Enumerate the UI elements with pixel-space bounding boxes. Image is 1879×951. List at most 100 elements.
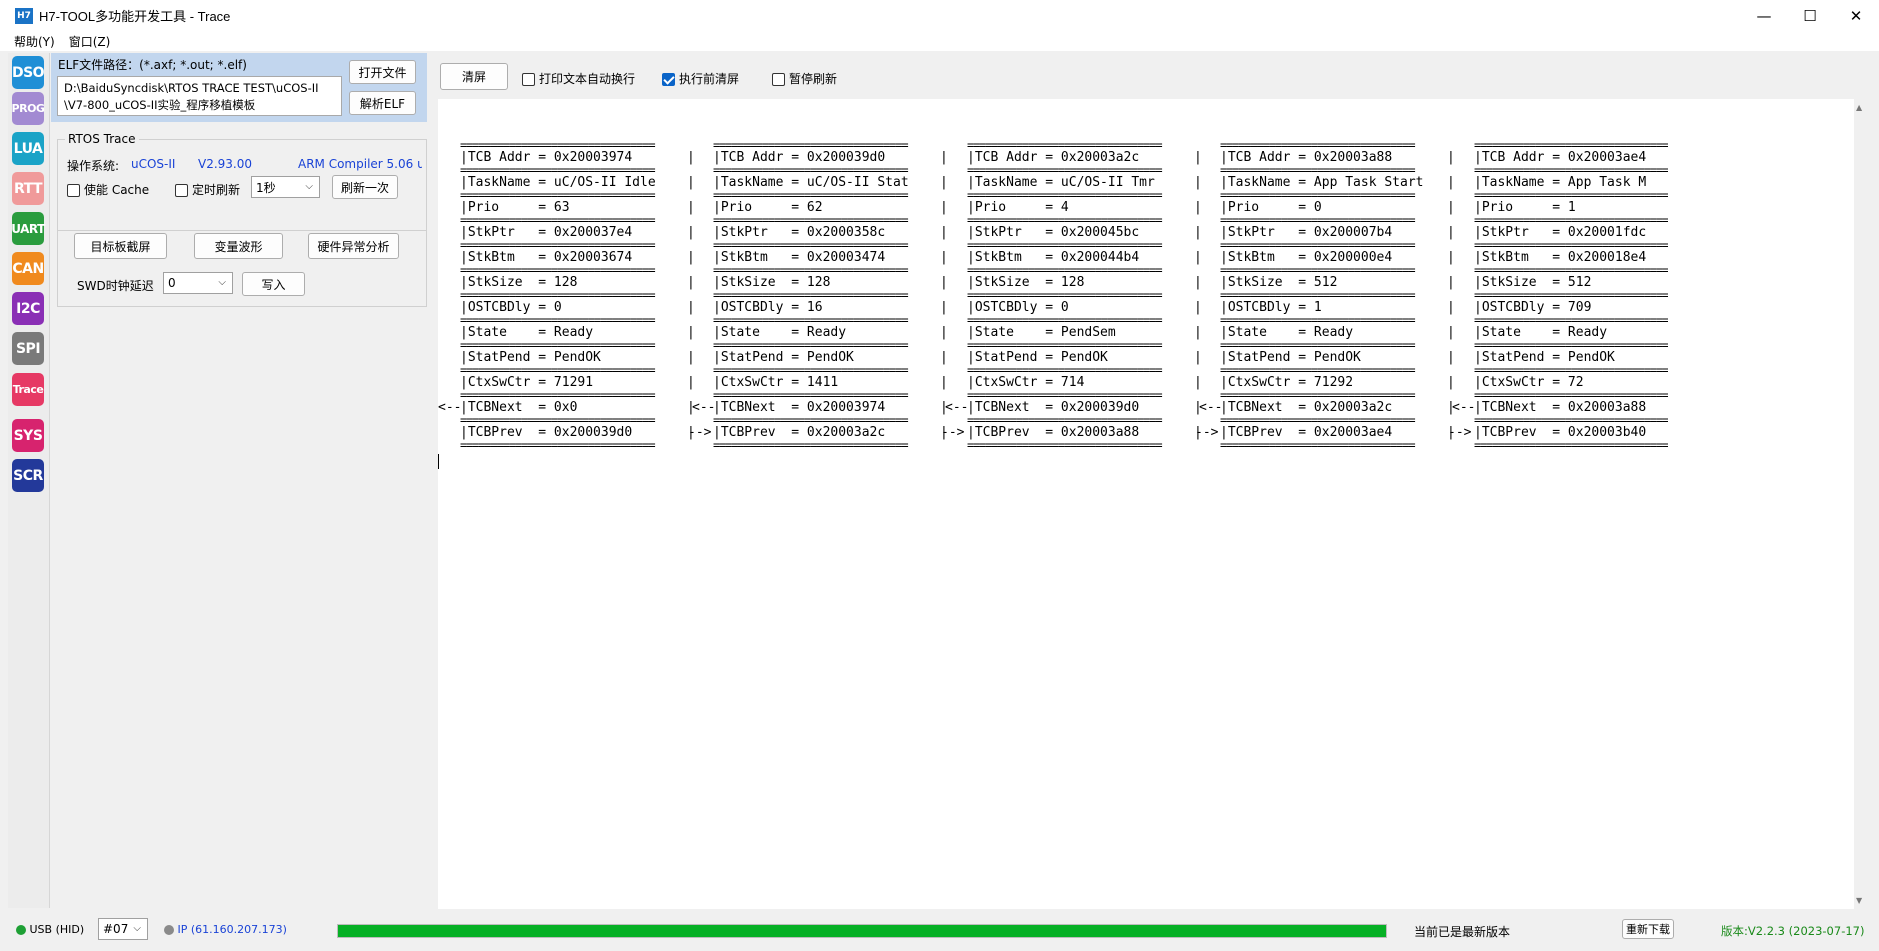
- uart-tool-button[interactable]: UART: [11, 212, 45, 245]
- tcb-separator: ================================: [713, 290, 909, 300]
- tcb-field: |StkSize = 128 |: [713, 275, 948, 290]
- cache-label: 使能 Cache: [84, 183, 150, 197]
- trace-tool-button[interactable]: Trace: [12, 373, 44, 406]
- tcb-separator: ================================: [967, 415, 1163, 425]
- elf-path-line1: D:\BaiduSyncdisk\RTOS TRACE TEST\uCOS-II: [64, 81, 319, 95]
- tcb-field: |StatPend = PendOK |: [460, 350, 695, 365]
- scroll-up-icon[interactable]: ▲: [1856, 103, 1862, 112]
- tcb-field: |StkPtr = 0x200045bc |: [967, 225, 1202, 240]
- tcb-field: |CtxSwCtr = 72: [1474, 375, 1584, 390]
- rtos-group-title: RTOS Trace: [65, 132, 139, 146]
- clear-before-checkbox[interactable]: 执行前清屏: [662, 70, 739, 87]
- tcb-block: ================================ |TCB Add…: [460, 140, 695, 450]
- ip-status: IP (61.160.207.173): [164, 923, 287, 936]
- can-tool-button[interactable]: CAN: [12, 252, 44, 285]
- tcb-field: |TCBPrev = 0x200039d0 |: [460, 425, 695, 440]
- download-progress: [337, 924, 1387, 938]
- tcb-separator: ================================: [1474, 165, 1669, 175]
- tcb-field: |TCBPrev = 0x20003a2c |: [713, 425, 948, 440]
- tcb-separator: ================================: [460, 440, 656, 450]
- tcb-separator: ================================: [460, 315, 656, 325]
- tcb-separator: ================================: [460, 215, 656, 225]
- spi-tool-button[interactable]: SPI: [12, 332, 44, 365]
- tcb-field: |TCBPrev = 0x20003a88 |: [967, 425, 1202, 440]
- vertical-scrollbar[interactable]: ▲ ▼: [1854, 99, 1867, 909]
- next-link-arrow: <--: [1452, 400, 1476, 415]
- variable-waveform-button[interactable]: 变量波形: [194, 233, 283, 259]
- next-link-arrow: <--: [1199, 400, 1223, 415]
- usb-label: USB (HID): [29, 923, 85, 936]
- tcb-separator: ================================: [713, 440, 909, 450]
- prev-link-arrow: -->: [1448, 425, 1472, 440]
- tcb-separator: ================================: [713, 190, 909, 200]
- tcb-separator: ================================: [967, 165, 1163, 175]
- elf-path-field[interactable]: D:\BaiduSyncdisk\RTOS TRACE TEST\uCOS-II…: [57, 76, 342, 116]
- refresh-interval-select[interactable]: 1秒 ⌵: [251, 176, 320, 198]
- app-icon: H7: [15, 7, 33, 24]
- timer-checkbox-box[interactable]: [175, 184, 188, 197]
- download-progress-fill: [338, 925, 1386, 937]
- tcb-field: |TCBNext = 0x20003a2c |: [1220, 400, 1455, 415]
- refresh-once-button[interactable]: 刷新一次: [332, 175, 398, 199]
- maximize-button[interactable]: ☐: [1787, 0, 1833, 31]
- tcb-field: |StkBtm = 0x200000e4 |: [1220, 250, 1455, 265]
- device-select[interactable]: #07 ⌵: [98, 918, 148, 940]
- hardfault-analysis-button[interactable]: 硬件异常分析: [308, 233, 399, 259]
- menu-help[interactable]: 帮助(Y): [7, 33, 62, 50]
- i2c-tool-button[interactable]: I2C: [12, 292, 44, 325]
- swd-delay-select[interactable]: 0 ⌵: [163, 272, 233, 294]
- tcb-separator: ================================: [1220, 440, 1416, 450]
- sys-tool-button[interactable]: SYS: [12, 419, 44, 452]
- parse-elf-button[interactable]: 解析ELF: [349, 91, 416, 115]
- close-button[interactable]: ✕: [1833, 0, 1879, 31]
- tcb-separator: ================================: [1474, 415, 1669, 425]
- rtt-tool-button[interactable]: RTT: [12, 172, 44, 205]
- auto-wrap-checkbox-box[interactable]: [522, 73, 535, 86]
- tcb-field: |OSTCBDly = 16 |: [713, 300, 948, 315]
- elf-path-line2: \V7-800_uCOS-II实验_程序移植模板: [64, 98, 256, 112]
- timer-refresh-checkbox[interactable]: 定时刷新: [175, 181, 240, 198]
- scr-tool-button[interactable]: SCR: [12, 459, 44, 492]
- clear-screen-button[interactable]: 清屏: [440, 63, 508, 90]
- clear-before-checkbox-box[interactable]: [662, 73, 675, 86]
- scroll-down-icon[interactable]: ▼: [1856, 896, 1862, 905]
- menu-window[interactable]: 窗口(Z): [62, 33, 118, 50]
- open-file-button[interactable]: 打开文件: [349, 60, 416, 84]
- tcb-block: ================================ |TCB Add…: [1474, 140, 1668, 450]
- redownload-button[interactable]: 重新下载: [1622, 919, 1674, 939]
- auto-wrap-checkbox[interactable]: 打印文本自动换行: [522, 70, 635, 87]
- tcb-separator: ================================: [967, 390, 1163, 400]
- trace-output[interactable]: ================================ |TCB Add…: [438, 99, 1854, 909]
- minimize-button[interactable]: —: [1741, 0, 1787, 31]
- cache-checkbox[interactable]: 使能 Cache: [67, 181, 149, 198]
- tcb-field: |TCBNext = 0x20003974 |: [713, 400, 948, 415]
- tcb-field: |StatPend = PendOK: [1474, 350, 1615, 365]
- tcb-field: |TaskName = App Task M: [1474, 175, 1647, 190]
- target-screenshot-button[interactable]: 目标板截屏: [74, 233, 167, 259]
- dso-tool-button[interactable]: DSO: [12, 56, 45, 89]
- elf-path-label: ELF文件路径：(*.axf; *.out; *.elf): [58, 58, 247, 72]
- write-button[interactable]: 写入: [242, 272, 305, 296]
- pause-refresh-checkbox[interactable]: 暂停刷新: [772, 70, 837, 87]
- tcb-field: |OSTCBDly = 1 |: [1220, 300, 1455, 315]
- tcb-field: |Prio = 62 |: [713, 200, 948, 215]
- refresh-interval-value: 1秒: [256, 180, 276, 195]
- tcb-separator: ================================: [1220, 365, 1416, 375]
- tcb-separator: ================================: [713, 240, 909, 250]
- pause-checkbox-box[interactable]: [772, 73, 785, 86]
- chevron-down-icon: ⌵: [218, 277, 226, 288]
- tcb-separator: ================================: [713, 415, 909, 425]
- cache-checkbox-box[interactable]: [67, 184, 80, 197]
- ip-label: IP (61.160.207.173): [177, 923, 287, 936]
- tcb-separator: ================================: [1220, 265, 1416, 275]
- tcb-separator: ================================: [713, 215, 909, 225]
- prog-tool-button[interactable]: PROG: [12, 92, 45, 125]
- tcb-field: |CtxSwCtr = 71291 |: [460, 375, 695, 390]
- swd-delay-value: 0: [168, 276, 176, 290]
- tcb-separator: ================================: [713, 265, 909, 275]
- tcb-block: ================================ |TCB Add…: [713, 140, 948, 450]
- tcb-field: |StatPend = PendOK |: [967, 350, 1202, 365]
- tcb-separator: ================================: [460, 390, 656, 400]
- tcb-field: |StkBtm = 0x200044b4 |: [967, 250, 1202, 265]
- lua-tool-button[interactable]: LUA: [12, 132, 44, 165]
